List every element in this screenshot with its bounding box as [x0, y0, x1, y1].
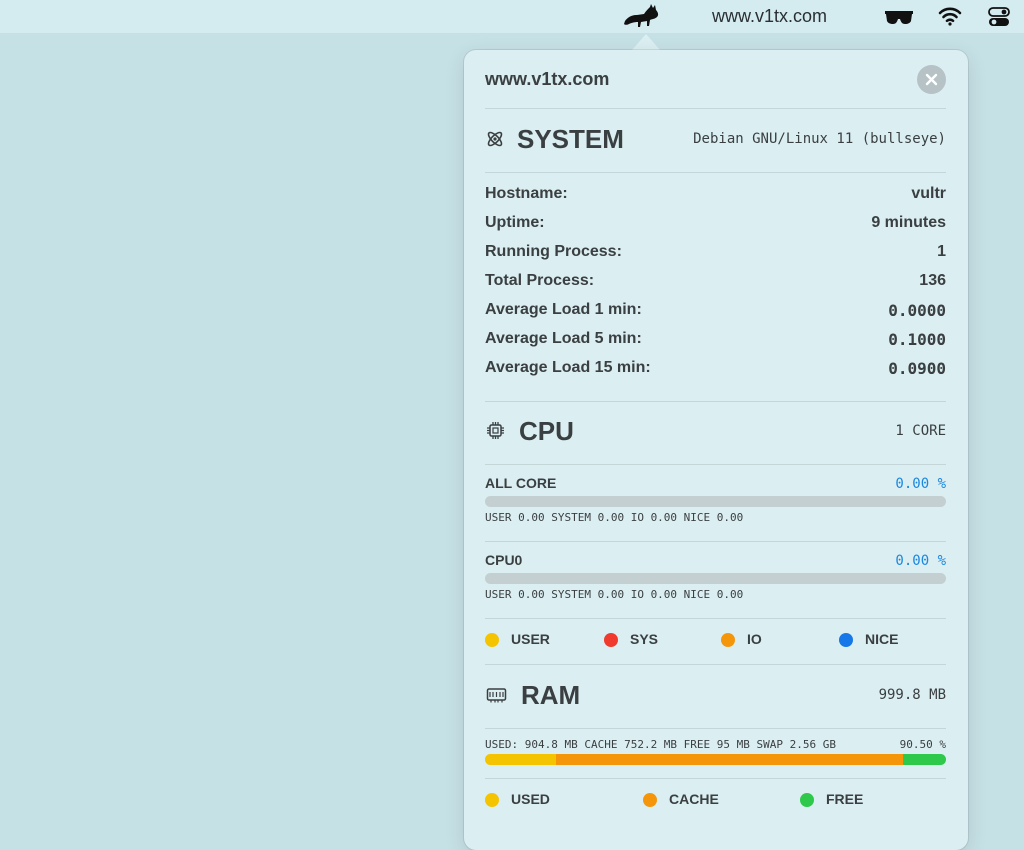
- info-label: Average Load 1 min:: [485, 301, 642, 318]
- wifi-icon[interactable]: [938, 6, 962, 26]
- legend-dot: [604, 633, 618, 647]
- info-label: Average Load 15 min:: [485, 359, 651, 376]
- atom-icon: [487, 131, 503, 147]
- divider: [485, 172, 946, 173]
- legend-dot: [839, 633, 853, 647]
- core-percent-cpu0: 0.00 %: [895, 553, 946, 569]
- cat-icon[interactable]: [622, 3, 662, 29]
- legend-dot: [721, 633, 735, 647]
- legend-label: FREE: [826, 791, 864, 807]
- cpu-title: CPU: [519, 416, 574, 446]
- divider: [485, 664, 946, 665]
- info-label: Uptime:: [485, 214, 545, 231]
- legend-label: IO: [747, 631, 762, 647]
- info-value: 1: [937, 243, 946, 260]
- info-row-load-15: Average Load 15 min: 0.0900: [485, 359, 946, 383]
- info-row-hostname: Hostname: vultr: [485, 185, 946, 209]
- info-label: Total Process:: [485, 272, 595, 289]
- info-value: 136: [919, 272, 946, 289]
- core-label-cpu0: CPU0: [485, 552, 523, 568]
- info-label: Hostname:: [485, 185, 568, 202]
- info-label: Running Process:: [485, 243, 622, 260]
- divider: [485, 108, 946, 109]
- info-label: Average Load 5 min:: [485, 330, 642, 347]
- ram-detail: USED: 904.8 MB CACHE 752.2 MB FREE 95 MB…: [485, 738, 836, 751]
- info-row-total-process: Total Process: 136: [485, 272, 946, 296]
- info-row-load-5: Average Load 5 min: 0.1000: [485, 330, 946, 354]
- close-button[interactable]: [917, 65, 946, 94]
- legend-label: USED: [511, 791, 550, 807]
- ram-segment-used: [485, 754, 557, 765]
- memory-icon: [486, 688, 507, 703]
- ram-total: 999.8 MB: [878, 687, 946, 703]
- legend-dot: [800, 793, 814, 807]
- legend-label: NICE: [865, 631, 899, 647]
- core-detail-all: USER 0.00 SYSTEM 0.00 IO 0.00 NICE 0.00: [485, 511, 744, 524]
- ram-segment-free: [903, 754, 946, 765]
- info-value: vultr: [911, 185, 946, 202]
- divider: [485, 464, 946, 465]
- divider: [485, 401, 946, 402]
- legend-label: CACHE: [669, 791, 719, 807]
- core-bar-cpu0: [485, 573, 946, 584]
- core-bar-all: [485, 496, 946, 507]
- legend-dot: [485, 793, 499, 807]
- control-center-icon[interactable]: [988, 6, 1010, 28]
- divider: [485, 541, 946, 542]
- legend-dot: [643, 793, 657, 807]
- stats-popover: www.v1tx.com SYSTEM Debian GNU/Linux 11 …: [464, 50, 968, 850]
- ram-usage-bar: [485, 754, 946, 765]
- system-os: Debian GNU/Linux 11 (bullseye): [693, 131, 946, 147]
- legend-label: USER: [511, 631, 550, 647]
- legend-dot: [485, 633, 499, 647]
- popover-arrow: [632, 34, 660, 50]
- system-title: SYSTEM: [517, 124, 624, 154]
- legend-label: SYS: [630, 631, 659, 647]
- cpu-cores: 1 CORE: [895, 423, 946, 439]
- core-percent-all: 0.00 %: [895, 476, 946, 492]
- divider: [485, 778, 946, 779]
- info-value: 9 minutes: [871, 214, 946, 231]
- menubar-title: www.v1tx.com: [712, 6, 828, 26]
- info-value: 0.0000: [888, 301, 946, 320]
- panel-title: www.v1tx.com: [485, 69, 610, 89]
- chip-icon: [487, 422, 504, 439]
- info-row-running-process: Running Process: 1: [485, 243, 946, 267]
- info-row-load-1: Average Load 1 min: 0.0000: [485, 301, 946, 325]
- info-value: 0.1000: [888, 330, 946, 349]
- info-row-uptime: Uptime: 9 minutes: [485, 214, 946, 238]
- info-value: 0.0900: [888, 359, 946, 378]
- ram-percent: 90.50 %: [899, 738, 946, 751]
- core-detail-cpu0: USER 0.00 SYSTEM 0.00 IO 0.00 NICE 0.00: [485, 588, 744, 601]
- ram-segment-cache: [556, 754, 904, 765]
- ram-title: RAM: [521, 680, 581, 710]
- glasses-icon[interactable]: [884, 9, 914, 25]
- close-icon: [925, 73, 938, 86]
- core-label-all: ALL CORE: [485, 475, 557, 491]
- divider: [485, 728, 946, 729]
- divider: [485, 618, 946, 619]
- menu-bar: www.v1tx.com: [0, 0, 1024, 33]
